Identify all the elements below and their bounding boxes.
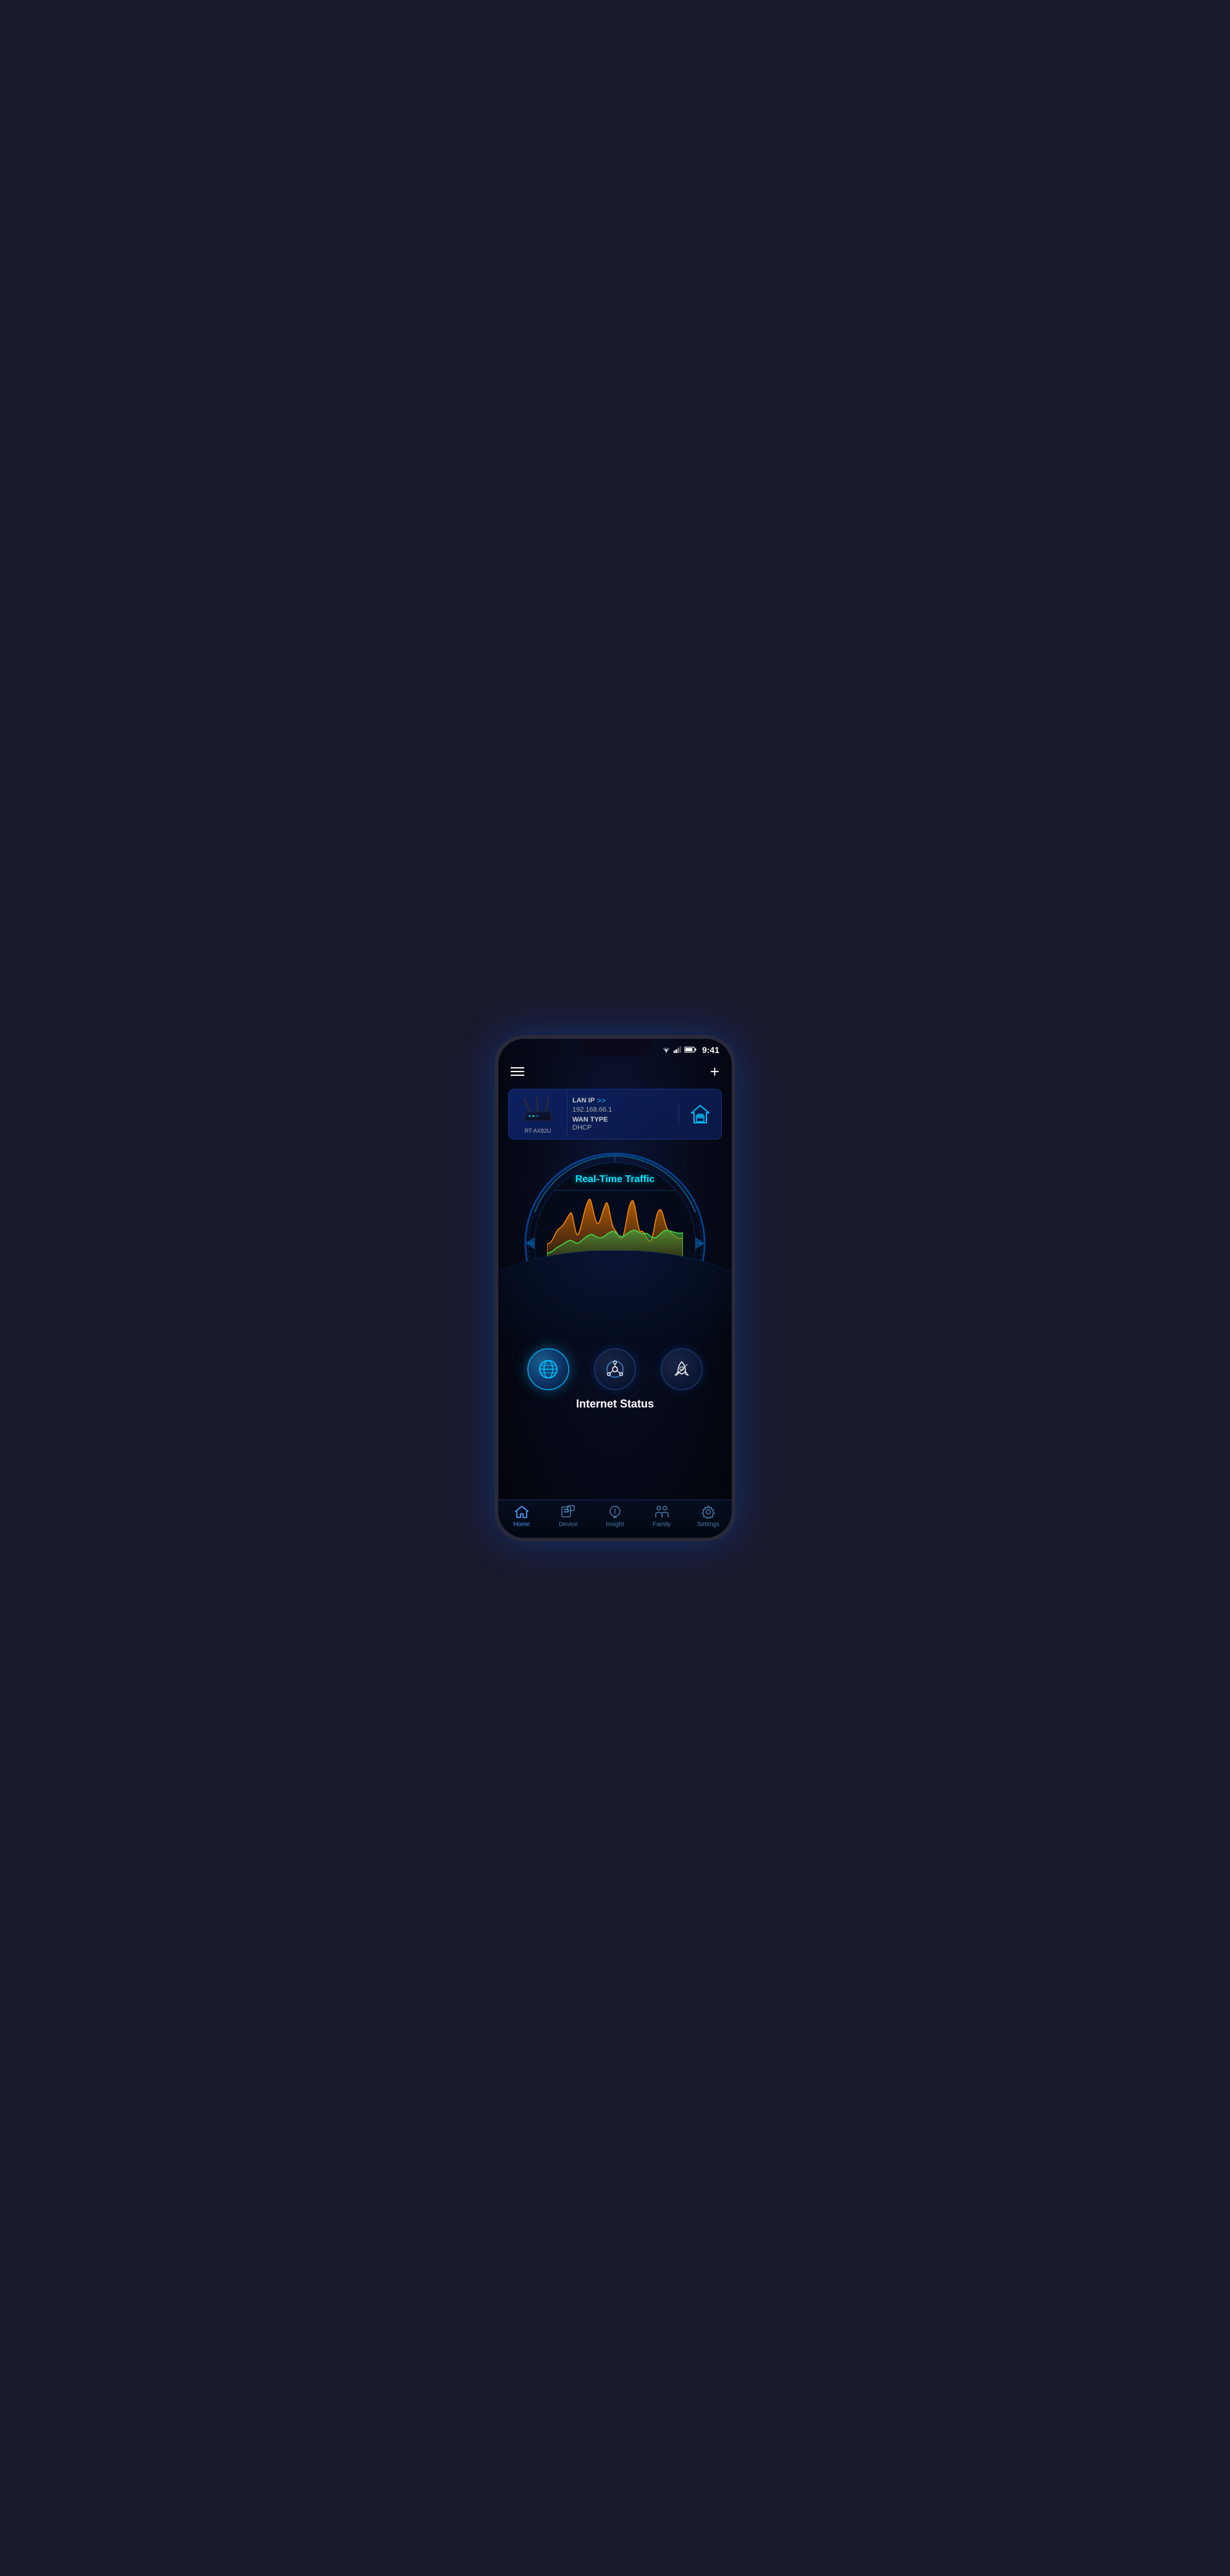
ai-protection-button[interactable] xyxy=(594,1348,636,1390)
router-home-icon[interactable] xyxy=(679,1103,721,1125)
battery-icon xyxy=(684,1046,697,1053)
device-nav-label: Device xyxy=(559,1521,578,1528)
signal-icon xyxy=(674,1046,681,1053)
family-nav-label: Family xyxy=(653,1521,671,1528)
nav-item-settings[interactable]: Settings xyxy=(690,1505,727,1528)
game-boost-button[interactable] xyxy=(661,1348,703,1390)
top-nav: + xyxy=(498,1057,732,1086)
wan-label: WAN TYPE xyxy=(572,1116,674,1123)
router-image xyxy=(516,1094,559,1125)
bottom-nav: Home Device xyxy=(498,1500,732,1538)
lan-arrows: >> xyxy=(597,1096,606,1105)
nav-item-device[interactable]: Device xyxy=(550,1505,587,1528)
lan-ip-row: LAN IP >> xyxy=(572,1096,674,1105)
phone-notch xyxy=(578,1039,652,1056)
router-info: LAN IP >> 192.168.66.1 WAN TYPE DHCP xyxy=(567,1090,679,1138)
ai-network-icon xyxy=(604,1358,626,1380)
add-button[interactable]: + xyxy=(710,1062,719,1081)
settings-nav-icon xyxy=(701,1505,715,1519)
home-nav-label: Home xyxy=(513,1521,530,1528)
phone-frame: 9:41 + xyxy=(495,1035,735,1542)
insight-nav-icon xyxy=(608,1505,622,1519)
settings-nav-label: Settings xyxy=(697,1521,719,1528)
time-display: 9:41 xyxy=(702,1045,719,1055)
family-nav-icon xyxy=(654,1505,670,1519)
action-buttons xyxy=(515,1348,715,1390)
globe-icon xyxy=(537,1358,559,1380)
router-model-name: RT-AX82U xyxy=(525,1128,551,1134)
wifi-icon xyxy=(662,1046,671,1053)
router-card: RT-AX82U LAN IP >> 192.168.66.1 WAN TYPE… xyxy=(508,1089,722,1139)
wan-value: DHCP xyxy=(572,1124,674,1131)
internet-status-label: Internet Status xyxy=(576,1398,654,1411)
rocket-icon xyxy=(671,1358,693,1380)
internet-status-button[interactable] xyxy=(527,1348,569,1390)
screen: 9:41 + xyxy=(498,1039,732,1538)
menu-button[interactable] xyxy=(511,1067,524,1076)
traffic-title: Real-Time Traffic xyxy=(575,1174,655,1185)
home-nav-icon xyxy=(514,1505,529,1519)
router-image-section: RT-AX82U xyxy=(509,1089,567,1139)
status-icons: 9:41 xyxy=(662,1045,719,1055)
home-briefcase-icon xyxy=(689,1103,711,1125)
nav-item-insight[interactable]: Insight xyxy=(596,1505,634,1528)
lan-label: LAN IP xyxy=(572,1097,595,1104)
ip-value: 192.168.66.1 xyxy=(572,1106,674,1114)
nav-item-home[interactable]: Home xyxy=(503,1505,540,1528)
insight-nav-label: Insight xyxy=(606,1521,624,1528)
nav-item-family[interactable]: Family xyxy=(643,1505,680,1528)
device-nav-icon xyxy=(561,1505,575,1519)
